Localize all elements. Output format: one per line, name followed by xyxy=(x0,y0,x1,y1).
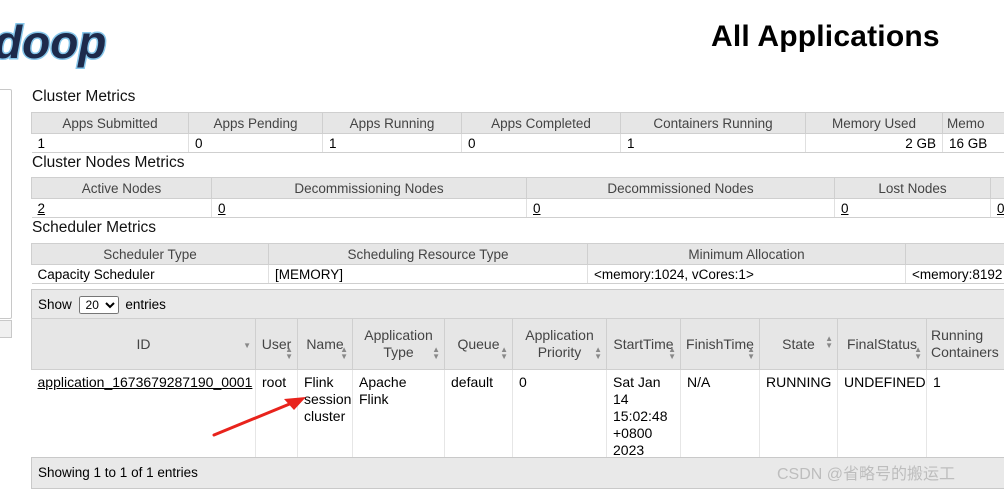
watermark: CSDN @省略号的搬运工 xyxy=(777,466,956,483)
sort-icon: ▲ ▼ xyxy=(914,345,922,361)
header-scheduler-type: Scheduler Type xyxy=(31,243,269,265)
hadoop-logo: doop xyxy=(0,14,128,70)
annotation-arrow-icon xyxy=(212,397,306,437)
cell-finish-time: N/A xyxy=(680,369,760,463)
header-memory-used: Memory Used xyxy=(805,112,943,134)
lost-nodes-link[interactable]: 0 xyxy=(841,201,849,216)
scheduler-metrics-table: Scheduler Type Scheduling Resource Type … xyxy=(31,243,1004,284)
apps-running-value: 1 xyxy=(322,133,462,153)
show-label: Show xyxy=(38,297,72,312)
column-finish-time[interactable]: FinishTime ▲ ▼ xyxy=(680,318,760,370)
cell-priority: 0 xyxy=(512,369,607,463)
cluster-metrics-title: Cluster Metrics xyxy=(32,88,136,105)
minimum-allocation-value: <memory:1024, vCores:1> xyxy=(587,264,906,284)
cell-running-containers: 1 xyxy=(926,369,1004,463)
cluster-metrics-table: Apps Submitted Apps Pending Apps Running… xyxy=(31,112,1004,153)
more-nodes-cell[interactable]: 0 xyxy=(990,198,1004,218)
column-start-time[interactable]: StartTime ▲ ▼ xyxy=(606,318,681,370)
applications-table: ID ▼ User ▲ ▼ Name ▲ ▼ Application Type ▲ ▼ Que… xyxy=(31,318,1004,463)
left-nav-tools[interactable] xyxy=(0,320,12,338)
memory-total-value: 16 GB xyxy=(942,133,1004,153)
page-size-select[interactable]: 20 xyxy=(78,296,119,314)
cell-application-type: Apache Flink xyxy=(352,369,445,463)
more-nodes-link[interactable]: 0 xyxy=(997,201,1004,216)
column-application-priority[interactable]: Application Priority ▲ ▼ xyxy=(512,318,607,370)
cell-final-status: UNDEFINED xyxy=(837,369,927,463)
header-maximum-allocation: M xyxy=(905,243,1004,265)
page-title: All Applications xyxy=(711,20,940,53)
sort-icon: ▲ ▼ xyxy=(285,345,293,361)
header-apps-pending: Apps Pending xyxy=(188,112,323,134)
decommissioning-nodes-link[interactable]: 0 xyxy=(218,201,226,216)
header-active-nodes: Active Nodes xyxy=(31,177,212,199)
scheduler-type-value: Capacity Scheduler xyxy=(31,264,269,284)
header-containers-running: Containers Running xyxy=(620,112,806,134)
sort-icon: ▲ ▼ xyxy=(432,345,440,361)
decommissioning-nodes-cell[interactable]: 0 xyxy=(211,198,527,218)
cell-state: RUNNING xyxy=(759,369,838,463)
decommissioned-nodes-cell[interactable]: 0 xyxy=(526,198,835,218)
column-name[interactable]: Name ▲ ▼ xyxy=(297,318,353,370)
maximum-allocation-value: <memory:8192 xyxy=(905,264,1004,284)
apps-submitted-value: 1 xyxy=(31,133,189,153)
application-id-link[interactable]: application_1673679287190_0001 xyxy=(38,374,253,390)
column-finish-time-label: FinishTime xyxy=(686,335,754,352)
column-final-status-label: FinalStatus xyxy=(846,335,918,352)
column-application-priority-label: Application Priority xyxy=(525,327,594,360)
column-user[interactable]: User ▲ ▼ xyxy=(255,318,298,370)
lost-nodes-cell[interactable]: 0 xyxy=(834,198,991,218)
column-id[interactable]: ID ▼ xyxy=(31,318,256,370)
table-row: application_1673679287190_0001 root Flin… xyxy=(31,369,1004,463)
sort-icon: ▲ ▼ xyxy=(668,345,676,361)
table-toolbar: Show 20 entries xyxy=(31,289,1004,319)
column-running-containers-label: Running Containers xyxy=(931,327,999,360)
header-decommissioned-nodes: Decommissioned Nodes xyxy=(526,177,835,199)
header-memory-total: Memo xyxy=(942,112,1004,134)
sort-icon: ▲ ▼ xyxy=(594,345,602,361)
containers-running-value: 1 xyxy=(620,133,806,153)
column-id-label: ID xyxy=(136,335,151,352)
memory-used-value: 2 GB xyxy=(805,133,943,153)
header-scheduling-resource-type: Scheduling Resource Type xyxy=(268,243,588,265)
page-size-control: Show 20 entries xyxy=(38,296,166,314)
active-nodes-cell[interactable]: 2 xyxy=(31,198,212,218)
decommissioned-nodes-link[interactable]: 0 xyxy=(533,201,541,216)
scheduling-resource-type-value: [MEMORY] xyxy=(268,264,588,284)
active-nodes-link[interactable]: 2 xyxy=(38,201,46,216)
column-application-type[interactable]: Application Type ▲ ▼ xyxy=(352,318,445,370)
column-state-label: State xyxy=(782,335,815,352)
header-apps-submitted: Apps Submitted xyxy=(31,112,189,134)
left-nav-panel[interactable] xyxy=(0,89,12,319)
header-more-nodes xyxy=(990,177,1004,199)
sort-icon: ▲ ▼ xyxy=(747,345,755,361)
nodes-metrics-title: Cluster Nodes Metrics xyxy=(32,154,185,171)
header-minimum-allocation: Minimum Allocation xyxy=(587,243,906,265)
header-lost-nodes: Lost Nodes xyxy=(834,177,991,199)
header-apps-completed: Apps Completed xyxy=(461,112,621,134)
nodes-metrics-table: Active Nodes Decommissioning Nodes Decom… xyxy=(31,177,1004,218)
column-start-time-label: StartTime xyxy=(613,335,674,352)
column-state[interactable]: State ▲ ▼ xyxy=(759,318,838,370)
header-decommissioning-nodes: Decommissioning Nodes xyxy=(211,177,527,199)
apps-pending-value: 0 xyxy=(188,133,323,153)
sort-icon: ▲ ▼ xyxy=(825,334,833,350)
apps-completed-value: 0 xyxy=(461,133,621,153)
entries-label: entries xyxy=(125,297,166,312)
sort-desc-icon: ▼ xyxy=(243,341,251,350)
column-application-type-label: Application Type xyxy=(364,327,433,360)
entries-info: Showing 1 to 1 of 1 entries xyxy=(38,465,198,480)
sort-icon: ▲ ▼ xyxy=(500,345,508,361)
applications-panel: Show 20 entries ID ▼ User ▲ ▼ Name ▲ ▼ Applic… xyxy=(31,289,1004,489)
cell-start-time: Sat Jan 14 15:02:48 +0800 2023 xyxy=(606,369,681,463)
header-apps-running: Apps Running xyxy=(322,112,462,134)
svg-text:doop: doop xyxy=(0,16,106,68)
scheduler-metrics-title: Scheduler Metrics xyxy=(32,219,157,236)
column-name-label: Name xyxy=(306,335,344,352)
cell-queue: default xyxy=(444,369,513,463)
column-final-status[interactable]: FinalStatus ▲ ▼ xyxy=(837,318,927,370)
column-queue[interactable]: Queue ▲ ▼ xyxy=(444,318,513,370)
column-running-containers[interactable]: Running Containers xyxy=(926,318,1004,370)
sort-icon: ▲ ▼ xyxy=(340,345,348,361)
column-queue-label: Queue xyxy=(457,335,500,352)
